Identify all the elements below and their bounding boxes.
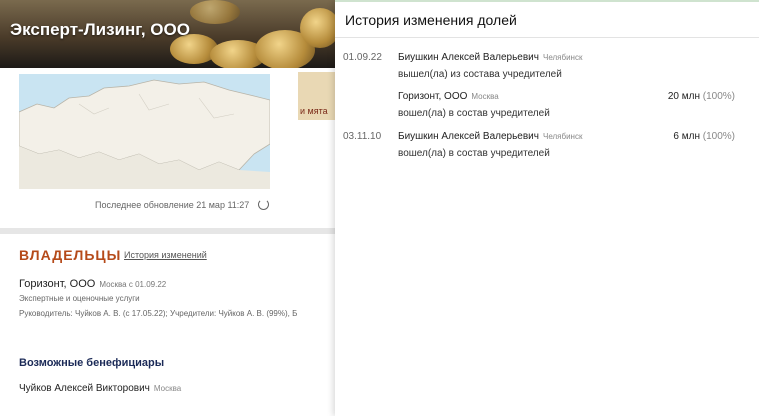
company-header: Эксперт-Лизинг, ООО <box>0 0 340 68</box>
beneficiary-city: Москва <box>153 384 182 393</box>
entry-city: Челябинск <box>542 132 583 141</box>
entry-amount-percent: (100%) <box>702 131 735 142</box>
company-title: Эксперт-Лизинг, ООО <box>10 20 190 39</box>
entry-amount: 20 млн (100%) <box>668 91 735 102</box>
russia-map-shape <box>19 79 270 189</box>
beneficiary-name: Чуйков Алексей Викторович <box>19 383 150 394</box>
beneficiaries-title: Возможные бенефициары <box>19 357 165 369</box>
entry-action: вошел(ла) в состав учредителей <box>398 108 550 119</box>
map-updated-text: Последнее обновление 21 мар 11:27 <box>95 200 250 210</box>
panel-title: История изменения долей <box>345 12 517 28</box>
entry-person[interactable]: Биушкин Алексей Валерьевич Челябинск <box>398 131 582 142</box>
entry-action: вышел(ла) из состава учредителей <box>398 69 562 80</box>
entry-date: 01.09.22 <box>343 52 382 63</box>
refresh-icon[interactable] <box>258 199 269 210</box>
panel-top-border <box>335 0 759 2</box>
owner-name-text: Горизонт, ООО <box>19 278 96 290</box>
owner-name[interactable]: Горизонт, ООО Москва с 01.09.22 <box>19 278 166 290</box>
owner-meta: Москва с 01.09.22 <box>99 280 167 289</box>
beneficiary-item[interactable]: Чуйков Алексей Викторович Москва <box>19 383 181 394</box>
entry-amount-value: 6 млн <box>673 131 700 142</box>
entry-amount-value: 20 млн <box>667 91 700 102</box>
entry-date: 03.11.10 <box>343 131 382 142</box>
entry-city: Москва <box>471 92 499 101</box>
entry-person-name: Биушкин Алексей Валерьевич <box>398 131 539 142</box>
entry-person-name: Биушкин Алексей Валерьевич <box>398 52 539 63</box>
entry-action: вошел(ла) в состав учредителей <box>398 148 550 159</box>
owner-management: Руководитель: Чуйков А. В. (с 17.05.22);… <box>19 309 298 318</box>
entry-city: Челябинск <box>542 53 583 62</box>
entry-person-name: Горизонт, ООО <box>398 91 468 102</box>
entry-person[interactable]: Горизонт, ООО Москва <box>398 91 499 102</box>
owners-title: ВЛАДЕЛЬЦЫ <box>19 247 122 263</box>
map[interactable] <box>19 74 270 189</box>
entry-amount: 6 млн (100%) <box>673 131 735 142</box>
owner-activity: Экспертные и оценочные услуги <box>19 294 140 303</box>
thumbnail-caption: и мята <box>300 106 328 116</box>
panel-separator <box>335 37 759 38</box>
history-changes-link[interactable]: История изменений <box>124 250 207 260</box>
entry-amount-percent: (100%) <box>702 91 735 102</box>
office-thumbnail[interactable]: и мята <box>298 72 335 120</box>
entry-person[interactable]: Биушкин Алексей Валерьевич Челябинск <box>398 52 582 63</box>
